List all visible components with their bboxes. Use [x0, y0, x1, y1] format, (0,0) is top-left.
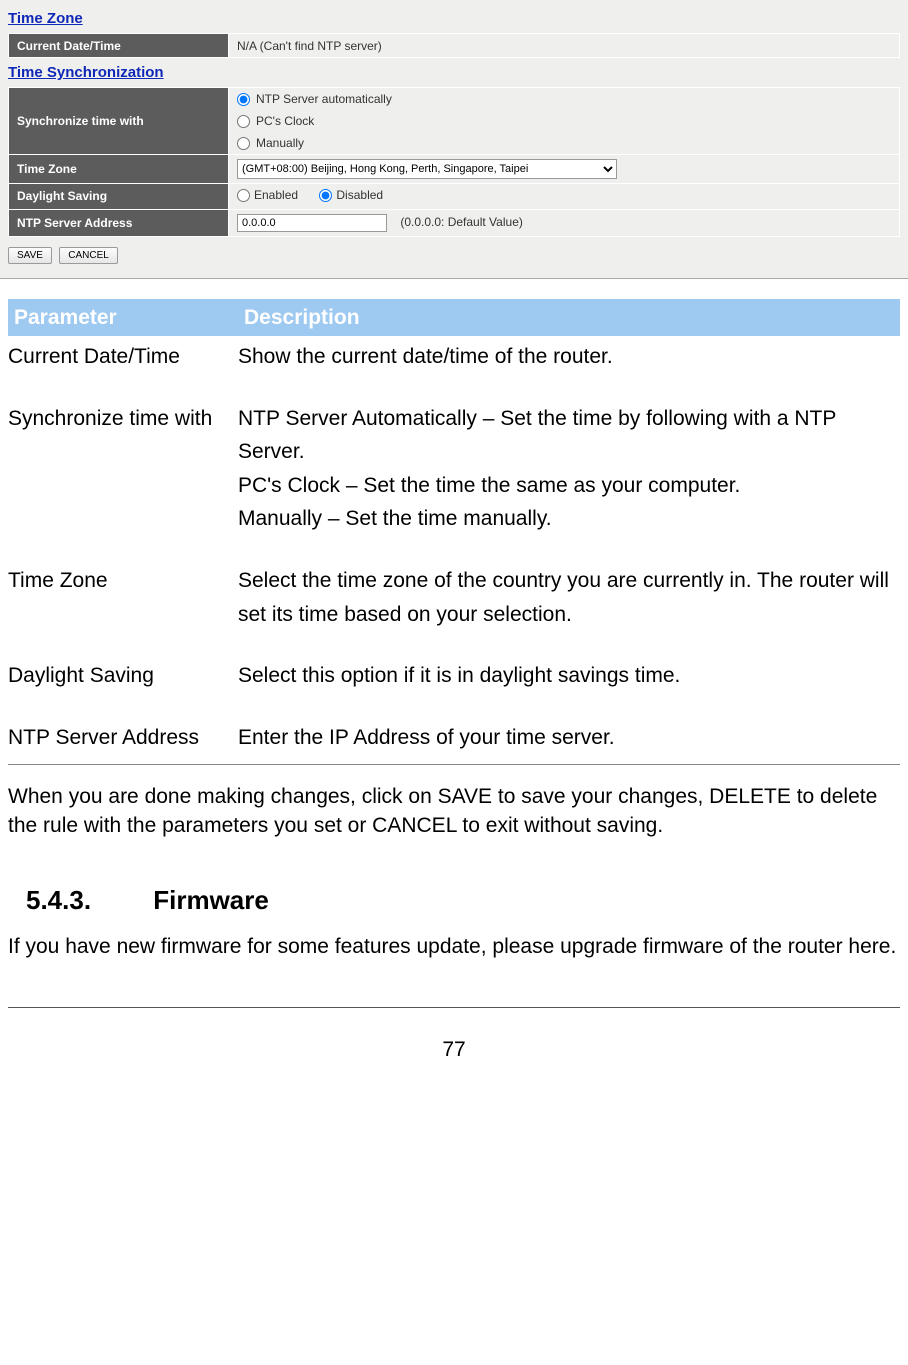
param-name: Daylight Saving	[8, 655, 238, 697]
ntp-address-input[interactable]	[237, 214, 387, 232]
daylight-disabled[interactable]: Disabled	[319, 188, 383, 202]
sync-with-options: NTP Server automatically PC's Clock Manu…	[229, 88, 900, 155]
sync-opt-pc[interactable]: PC's Clock	[237, 114, 891, 128]
sync-radio-pc[interactable]	[237, 115, 250, 128]
save-note: When you are done making changes, click …	[8, 783, 900, 840]
param-name: NTP Server Address	[8, 717, 238, 765]
param-name: Time Zone	[8, 560, 238, 635]
param-name: Synchronize time with	[8, 398, 238, 540]
page-number: 77	[0, 1038, 908, 1062]
timezone-select[interactable]: (GMT+08:00) Beijing, Hong Kong, Perth, S…	[237, 159, 617, 179]
section-title-sync: Time Synchronization	[8, 64, 900, 81]
daylight-enabled-label: Enabled	[254, 188, 298, 202]
sync-radio-pc-label: PC's Clock	[256, 114, 314, 128]
sync-radio-manual-label: Manually	[256, 136, 304, 150]
param-desc: Show the current date/time of the router…	[238, 336, 900, 378]
timezone-label: Time Zone	[9, 155, 229, 184]
sync-radio-ntp-label: NTP Server automatically	[256, 92, 392, 106]
daylight-label: Daylight Saving	[9, 184, 229, 210]
daylight-cell: Enabled Disabled	[229, 184, 900, 210]
param-desc: Select this option if it is in daylight …	[238, 655, 900, 697]
router-config-panel: Time Zone Current Date/Time N/A (Can't f…	[0, 0, 908, 279]
sync-radio-ntp[interactable]	[237, 93, 250, 106]
parameter-table: Parameter Description Current Date/Time …	[8, 299, 900, 766]
sync-table: Synchronize time with NTP Server automat…	[8, 87, 900, 237]
sync-radio-manual[interactable]	[237, 137, 250, 150]
section-heading: 5.4.3. Firmware	[26, 880, 900, 922]
sync-opt-ntp[interactable]: NTP Server automatically	[237, 92, 891, 106]
daylight-radio-enabled[interactable]	[237, 189, 250, 202]
param-desc: Select the time zone of the country you …	[238, 560, 900, 635]
section-title: Firmware	[153, 885, 269, 915]
save-button[interactable]: SAVE	[8, 247, 52, 264]
cancel-button[interactable]: CANCEL	[59, 247, 118, 264]
sync-opt-manual[interactable]: Manually	[237, 136, 891, 150]
param-header-description: Description	[238, 299, 900, 337]
param-header-parameter: Parameter	[8, 299, 238, 337]
ntp-address-hint: (0.0.0.0: Default Value)	[400, 215, 523, 229]
daylight-radio-disabled[interactable]	[319, 189, 332, 202]
current-time-table: Current Date/Time N/A (Can't find NTP se…	[8, 33, 900, 58]
param-desc: NTP Server Automatically – Set the time …	[238, 398, 900, 540]
document-body: Parameter Description Current Date/Time …	[0, 279, 908, 968]
section-title-timezone: Time Zone	[8, 10, 900, 27]
footer-rule	[8, 1007, 900, 1008]
button-row: SAVE CANCEL	[8, 247, 900, 264]
daylight-disabled-label: Disabled	[336, 188, 383, 202]
current-datetime-label: Current Date/Time	[9, 34, 229, 58]
ntp-address-label: NTP Server Address	[9, 209, 229, 236]
current-datetime-value: N/A (Can't find NTP server)	[229, 34, 900, 58]
param-name: Current Date/Time	[8, 336, 238, 378]
timezone-cell: (GMT+08:00) Beijing, Hong Kong, Perth, S…	[229, 155, 900, 184]
daylight-enabled[interactable]: Enabled	[237, 188, 298, 202]
ntp-address-cell: (0.0.0.0: Default Value)	[229, 209, 900, 236]
section-text: If you have new firmware for some featur…	[8, 930, 900, 964]
param-desc: Enter the IP Address of your time server…	[238, 717, 900, 765]
section-number: 5.4.3.	[26, 880, 146, 922]
sync-with-label: Synchronize time with	[9, 88, 229, 155]
